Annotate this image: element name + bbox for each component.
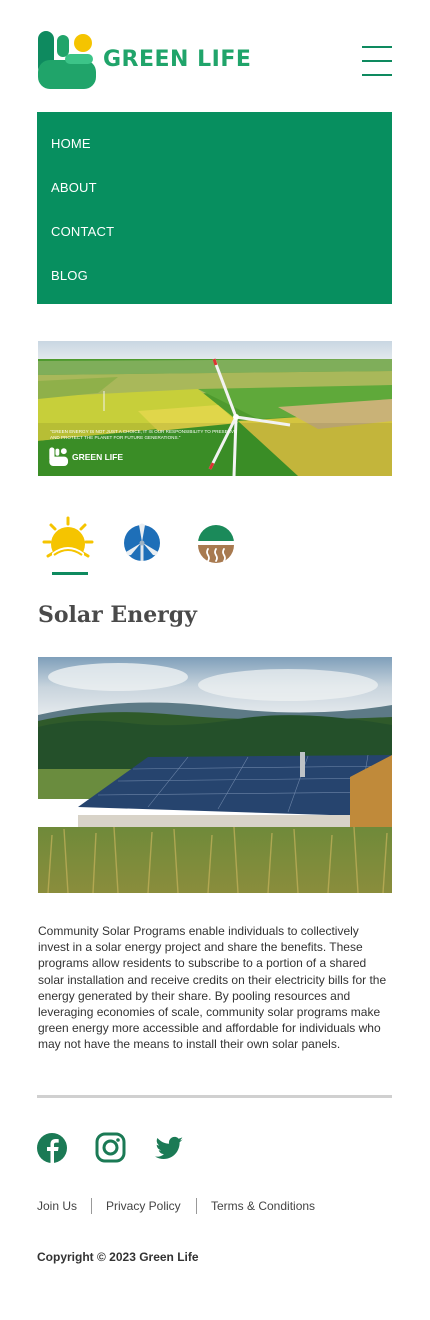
nav-item-contact[interactable]: CONTACT — [51, 224, 114, 239]
menu-toggle-button[interactable] — [362, 46, 392, 76]
menu-bar — [362, 46, 392, 48]
main-nav: HOME ABOUT CONTACT BLOG — [37, 112, 392, 304]
section-description: Community Solar Programs enable individu… — [38, 924, 387, 1052]
sun-icon — [42, 516, 94, 561]
footer-links: Join Us Privacy Policy Terms & Condition… — [37, 1198, 392, 1216]
nav-item-about[interactable]: ABOUT — [51, 180, 97, 195]
twitter-icon — [155, 1136, 183, 1159]
menu-bar — [362, 60, 392, 62]
copyright-text: Copyright © 2023 Green Life — [37, 1250, 199, 1264]
banner-logo-text: GREEN LIFE — [72, 452, 124, 462]
footer-divider — [37, 1095, 392, 1098]
banner-quote: "Green energy is not just a choice, it i… — [50, 429, 238, 440]
facebook-icon — [37, 1133, 67, 1163]
instagram-icon — [95, 1132, 126, 1163]
site-header: GREEN LIFE — [0, 0, 430, 112]
social-links — [37, 1132, 197, 1164]
twitter-link[interactable] — [153, 1132, 185, 1164]
wind-turbine-icon — [124, 523, 160, 561]
leaf-logo-icon — [38, 31, 96, 89]
active-tab-indicator — [52, 572, 88, 575]
footer-link-terms[interactable]: Terms & Conditions — [211, 1199, 315, 1213]
tab-geothermal[interactable] — [186, 515, 246, 575]
energy-tabs — [38, 515, 258, 580]
nav-item-blog[interactable]: BLOG — [51, 268, 88, 283]
footer-link-privacy-policy[interactable]: Privacy Policy — [106, 1199, 181, 1213]
instagram-link[interactable] — [95, 1132, 127, 1164]
menu-bar — [362, 74, 392, 76]
geothermal-icon — [198, 525, 234, 563]
leaf-logo-icon — [49, 447, 69, 467]
footer-link-join-us[interactable]: Join Us — [37, 1199, 77, 1213]
solar-farm-image — [38, 657, 392, 893]
nav-item-home[interactable]: HOME — [51, 136, 91, 151]
facebook-link[interactable] — [37, 1132, 69, 1164]
footer-link-separator — [196, 1198, 197, 1214]
tab-solar[interactable] — [38, 515, 98, 575]
solar-panel-photo — [38, 657, 392, 893]
footer-link-separator — [91, 1198, 92, 1214]
brand-name: GREEN LIFE — [103, 47, 252, 72]
brand-logo[interactable]: GREEN LIFE — [37, 30, 251, 92]
tab-wind[interactable] — [112, 515, 172, 575]
section-title: Solar Energy — [38, 602, 197, 628]
banner-logo: GREEN LIFE — [49, 447, 139, 467]
hero-banner: "Green energy is not just a choice, it i… — [38, 341, 392, 476]
